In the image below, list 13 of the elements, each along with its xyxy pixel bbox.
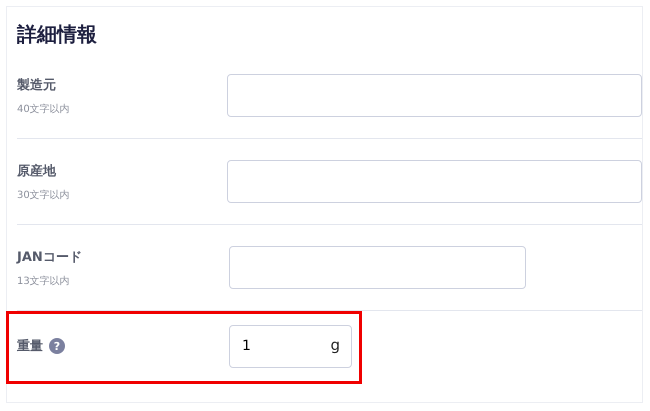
unit-label: g: [330, 336, 340, 354]
field-label: 重量: [17, 338, 43, 355]
input-field[interactable]: [229, 246, 526, 289]
help-icon[interactable]: ?: [49, 338, 65, 354]
section-title: 詳細情報: [17, 21, 98, 48]
field-label: JANコード: [17, 248, 82, 266]
field-label: 製造元: [17, 76, 56, 94]
field-hint: 13文字以内: [17, 274, 71, 288]
field-hint: 40文字以内: [17, 102, 71, 116]
input-field[interactable]: [226, 160, 642, 203]
input-field[interactable]: [226, 74, 642, 117]
field-label: 原産地: [17, 162, 56, 180]
field-hint: 30文字以内: [17, 188, 71, 202]
